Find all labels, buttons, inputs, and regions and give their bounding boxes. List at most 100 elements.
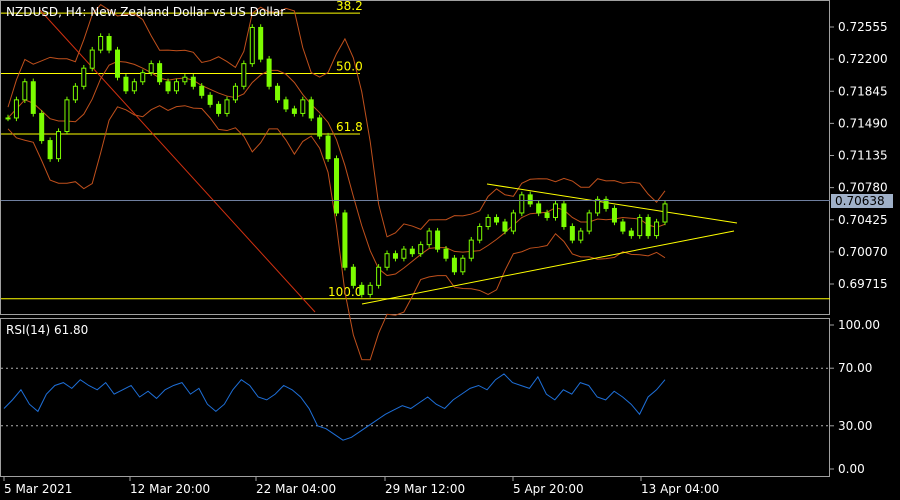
rsi-tick-label: 70.00	[838, 361, 872, 375]
time-tick-label: 22 Mar 04:00	[256, 482, 336, 496]
candle-body	[115, 49, 120, 78]
rsi-tick-label: 0.00	[838, 462, 865, 476]
triangle-trendlines[interactable]	[361, 183, 738, 305]
candle-body	[5, 117, 11, 120]
candle-body	[30, 81, 36, 114]
candle-body	[536, 203, 542, 214]
candle-body	[451, 257, 457, 273]
candle-body	[611, 207, 617, 223]
candle-body	[140, 72, 146, 83]
candle-body	[342, 212, 348, 268]
candle-body	[553, 203, 558, 218]
candle-body	[409, 248, 415, 255]
candle-body	[275, 85, 281, 101]
candle-body	[637, 216, 643, 237]
candle-body	[595, 198, 601, 214]
candle-body	[325, 135, 331, 160]
candle-body	[64, 99, 70, 133]
rsi-title: RSI(14) 61.80	[6, 323, 88, 337]
candle-body	[224, 99, 230, 114]
rsi-levels	[1, 367, 829, 427]
candle-body	[308, 99, 314, 119]
chart-title: NZDUSD, H4: New Zealand Dollar vs US Dol…	[6, 5, 285, 19]
candle-body	[485, 216, 491, 228]
candle-body	[392, 253, 398, 259]
candle-body	[359, 284, 365, 295]
candle-body	[384, 253, 390, 268]
fib-level-label: 61.8	[336, 120, 363, 134]
candle-body	[519, 194, 525, 214]
candle-body	[460, 257, 466, 273]
price-tick-label: 0.72200	[838, 52, 888, 66]
candle-body	[435, 230, 441, 250]
rsi-tick-label: 100.00	[838, 318, 880, 332]
candle-body	[418, 244, 424, 255]
candle-body	[157, 63, 163, 83]
time-tick-label: 29 Mar 12:00	[385, 482, 465, 496]
rsi-axis: 100.00 70.00 30.00 0.00	[830, 318, 880, 476]
candle-body	[502, 221, 508, 232]
time-axis: 5 Mar 2021 12 Mar 20:00 22 Mar 04:00 29 Mar…	[3, 477, 719, 496]
bollinger-lower	[7, 105, 666, 361]
price-tick-label: 0.70070	[838, 245, 888, 259]
candle-body	[334, 158, 339, 214]
price-pane-frame	[0, 0, 830, 315]
candle-body	[586, 212, 592, 232]
candle-body	[300, 99, 306, 114]
candle-body	[291, 108, 297, 114]
candle-body	[510, 212, 516, 232]
candle-body	[426, 230, 432, 246]
candle-body	[131, 81, 137, 92]
price-tick-label: 0.71845	[838, 84, 888, 98]
candle-body	[578, 230, 584, 241]
price-tick-label: 0.72555	[838, 20, 888, 34]
price-tick-label: 0.69715	[838, 277, 888, 291]
candle-body	[477, 226, 483, 241]
time-tick-label: 13 Apr 04:00	[641, 482, 719, 496]
candle-body	[89, 49, 95, 69]
candle-body	[443, 248, 449, 259]
candle-body	[283, 99, 289, 110]
candle-body	[98, 36, 104, 51]
price-tick-label: 0.70425	[838, 213, 888, 227]
chart-canvas: 38.250.061.8100.0 NZDUSD, H4: New Zealan…	[0, 0, 893, 496]
candle-body	[401, 248, 407, 259]
candle-body	[266, 58, 272, 87]
fib-anchor-line[interactable]	[39, 9, 316, 313]
candle-body	[544, 212, 550, 218]
candle-body	[367, 284, 373, 295]
candle-body	[569, 226, 575, 241]
price-axis: 0.72555 0.72200 0.71845 0.71490 0.71135 0.707…	[830, 20, 888, 291]
candle-body	[317, 117, 323, 137]
lower-trendline[interactable]	[361, 230, 735, 305]
fibonacci-retracement[interactable]: 38.250.061.8100.0	[1, 0, 830, 313]
candle-body	[216, 103, 222, 114]
price-tick-label: 0.70780	[838, 181, 888, 195]
candle-body	[350, 266, 356, 286]
candle-body	[561, 203, 567, 228]
candle-body	[241, 63, 247, 87]
candle-body	[662, 203, 668, 223]
candle-body	[81, 67, 87, 87]
candle-body	[148, 63, 154, 74]
candle-body	[620, 221, 626, 232]
candle-body	[173, 81, 179, 92]
current-price-label: 0.70638	[835, 194, 885, 208]
candle-body	[654, 221, 660, 237]
candle-body	[207, 94, 213, 105]
candle-body	[249, 26, 255, 65]
candle-body	[628, 230, 634, 237]
candle-body	[494, 216, 500, 223]
candle-body	[232, 85, 238, 101]
rsi-pane-frame	[0, 318, 830, 477]
candle-body	[165, 81, 171, 92]
candle-body	[39, 112, 45, 142]
fib-level-label: 38.2	[336, 0, 363, 13]
candle-body	[258, 26, 264, 60]
price-tick-label: 0.71135	[838, 149, 888, 163]
candle-body	[106, 36, 112, 51]
candle-body	[56, 131, 62, 160]
candle-body	[468, 239, 474, 259]
rsi-tick-label: 30.00	[838, 419, 872, 433]
rsi-line	[3, 373, 666, 441]
